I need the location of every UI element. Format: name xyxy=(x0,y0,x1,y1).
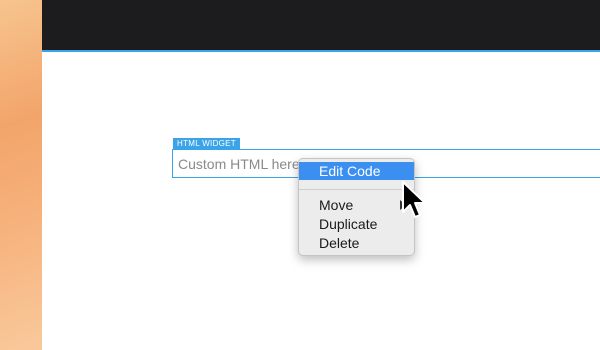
html-widget-placeholder: Custom HTML here xyxy=(178,156,300,172)
context-menu: Edit Code Move Duplicate Delete xyxy=(298,158,415,256)
menu-item-delete[interactable]: Delete xyxy=(299,234,414,252)
top-toolbar xyxy=(42,0,600,52)
editor-canvas[interactable]: HTML WIDGET Custom HTML here Edit Code M… xyxy=(42,52,600,350)
menu-item-label: Delete xyxy=(319,235,360,251)
menu-item-move[interactable]: Move xyxy=(299,196,414,214)
menu-item-duplicate[interactable]: Duplicate xyxy=(299,215,414,233)
menu-separator xyxy=(299,189,414,190)
menu-item-label: Move xyxy=(319,197,354,213)
app-window: HTML WIDGET Custom HTML here Edit Code M… xyxy=(42,0,600,350)
menu-item-label: Edit Code xyxy=(319,163,381,179)
menu-item-edit-code[interactable]: Edit Code xyxy=(299,162,414,180)
menu-item-label: Duplicate xyxy=(319,216,378,232)
desktop-background xyxy=(0,0,42,350)
mouse-pointer-icon xyxy=(402,181,426,218)
